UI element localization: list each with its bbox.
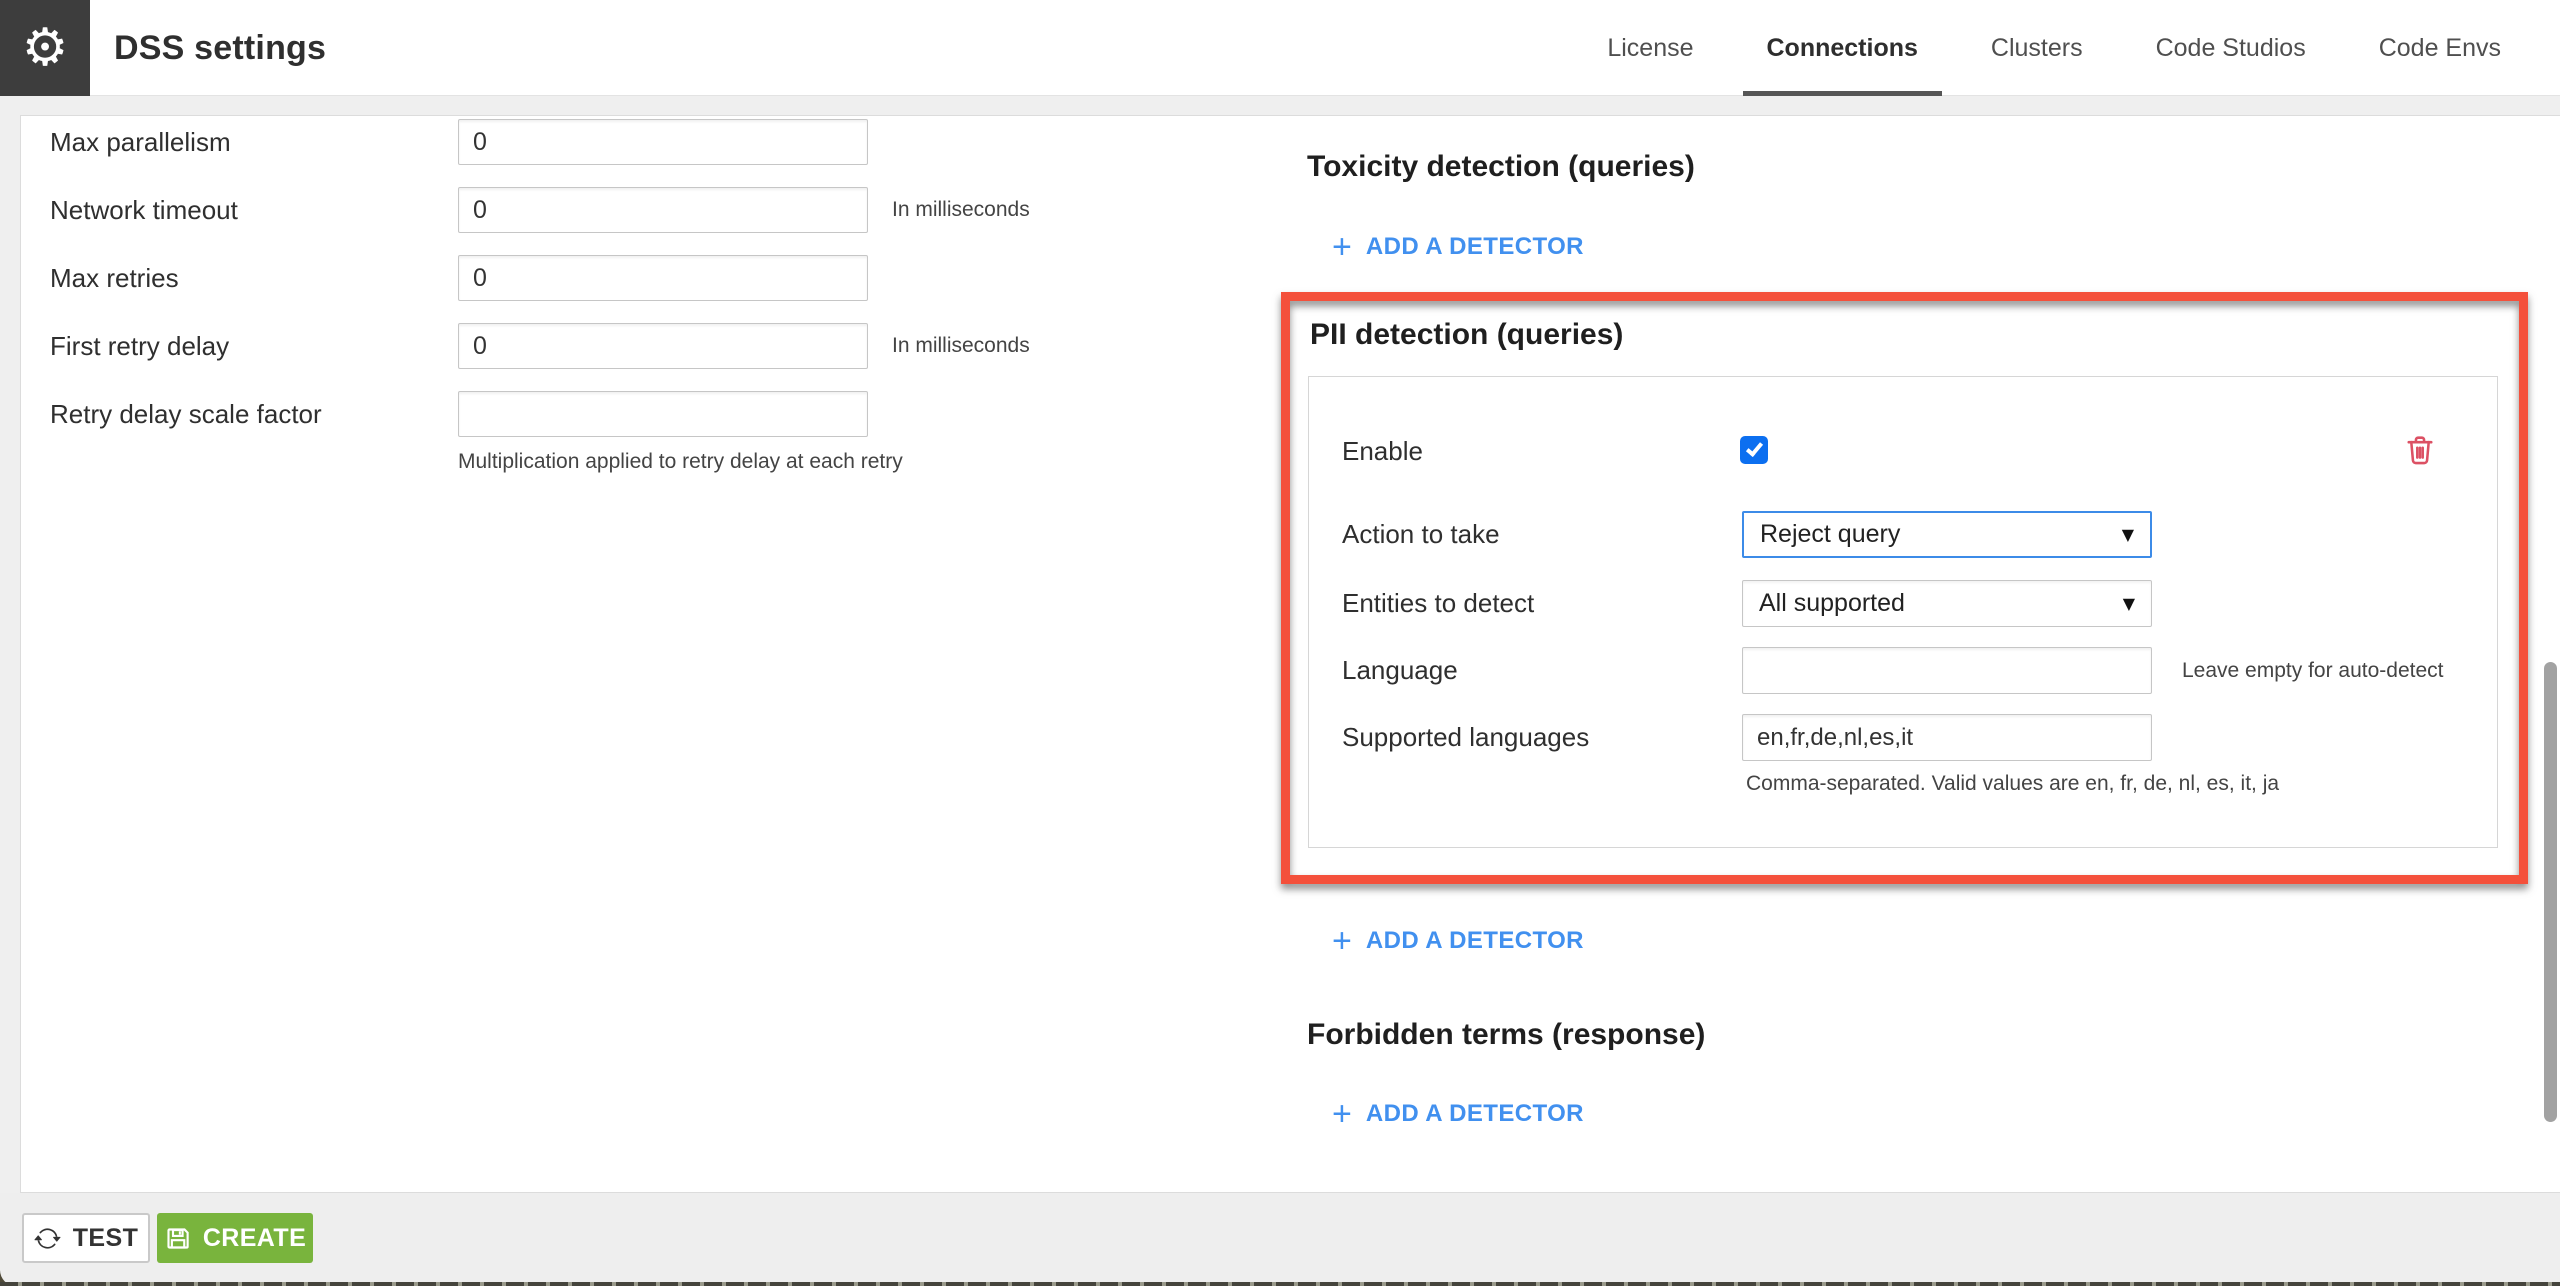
supported-languages-label: Supported languages bbox=[1342, 722, 1590, 752]
tab-label: Clusters bbox=[1990, 33, 2083, 62]
tab-label: Connections bbox=[1766, 33, 1918, 62]
network-timeout-input[interactable] bbox=[458, 187, 868, 233]
dss-settings-page: ⚙ DSS settings License Connections Clust… bbox=[0, 0, 2560, 1286]
add-detector-pii-button[interactable]: + ADD A DETECTOR bbox=[1332, 924, 1584, 958]
forbidden-terms-section-title: Forbidden terms (response) bbox=[1307, 1018, 1706, 1051]
supported-languages-row: Supported languages bbox=[1342, 714, 2152, 761]
add-detector-label: ADD A DETECTOR bbox=[1365, 1100, 1584, 1127]
network-timeout-helper: In milliseconds bbox=[892, 198, 1030, 221]
form-row-max-retries: Max retries bbox=[50, 244, 1030, 312]
test-button-label: TEST bbox=[72, 1223, 139, 1252]
tab-label: Code Studios bbox=[2155, 33, 2306, 62]
add-detector-forbidden-button[interactable]: + ADD A DETECTOR bbox=[1332, 1097, 1584, 1131]
language-label: Language bbox=[1342, 655, 1458, 685]
action-to-take-select[interactable]: Reject query ▼ bbox=[1742, 511, 2152, 558]
refresh-icon bbox=[34, 1227, 61, 1249]
tab-clusters[interactable]: Clusters bbox=[1967, 0, 2107, 96]
chevron-down-icon: ▼ bbox=[2121, 525, 2134, 544]
language-helper: Leave empty for auto-detect bbox=[2182, 658, 2444, 682]
action-to-take-label: Action to take bbox=[1342, 519, 1500, 549]
supported-languages-helper: Comma-separated. Valid values are en, fr… bbox=[1746, 772, 2280, 795]
delete-detector-button[interactable] bbox=[2400, 430, 2440, 470]
action-to-take-value: Reject query bbox=[1760, 520, 1901, 548]
save-icon bbox=[167, 1227, 189, 1249]
entities-to-detect-value: All supported bbox=[1759, 589, 1905, 617]
language-input[interactable] bbox=[1742, 647, 2152, 694]
trash-icon bbox=[2407, 436, 2433, 465]
supported-languages-input[interactable] bbox=[1742, 714, 2152, 761]
first-retry-delay-helper: In milliseconds bbox=[892, 334, 1030, 357]
max-retries-input[interactable] bbox=[458, 255, 868, 301]
action-to-take-row: Action to take Reject query ▼ bbox=[1342, 511, 2152, 558]
max-parallelism-label: Max parallelism bbox=[50, 126, 231, 157]
vertical-scrollbar-thumb[interactable] bbox=[2544, 662, 2557, 1122]
tab-license[interactable]: License bbox=[1583, 0, 1717, 96]
plus-icon: + bbox=[1332, 1095, 1352, 1133]
add-detector-toxicity-button[interactable]: + ADD A DETECTOR bbox=[1332, 230, 1584, 264]
tab-code-studios[interactable]: Code Studios bbox=[2132, 0, 2330, 96]
top-header: ⚙ DSS settings License Connections Clust… bbox=[0, 0, 2560, 96]
retry-delay-scale-label: Retry delay scale factor bbox=[50, 398, 322, 429]
first-retry-delay-input[interactable] bbox=[458, 323, 868, 369]
entities-to-detect-row: Entities to detect All supported ▼ bbox=[1342, 580, 2152, 627]
settings-home-button[interactable]: ⚙ bbox=[0, 0, 90, 96]
first-retry-delay-label: First retry delay bbox=[50, 330, 230, 361]
form-row-network-timeout: Network timeout In milliseconds bbox=[50, 176, 1030, 244]
entities-to-detect-label: Entities to detect bbox=[1342, 588, 1535, 618]
tab-label: License bbox=[1607, 33, 1694, 62]
tab-label: Code Envs bbox=[2378, 33, 2501, 62]
check-icon bbox=[1745, 438, 1763, 458]
entities-to-detect-select[interactable]: All supported ▼ bbox=[1742, 580, 2152, 627]
form-row-retry-delay-scale: Retry delay scale factor bbox=[50, 380, 1030, 448]
plus-icon: + bbox=[1332, 922, 1352, 960]
footer-bar: TEST CREATE bbox=[0, 1193, 2560, 1286]
form-row-first-retry-delay: First retry delay In milliseconds bbox=[50, 312, 1030, 380]
page-title: DSS settings bbox=[114, 28, 327, 67]
active-tab-underline bbox=[1742, 91, 1942, 96]
enable-label: Enable bbox=[1342, 436, 1423, 466]
max-retries-label: Max retries bbox=[50, 262, 179, 293]
window-bottom-edge bbox=[0, 1282, 2560, 1286]
plus-icon: + bbox=[1332, 228, 1352, 266]
gear-icon: ⚙ bbox=[21, 18, 69, 78]
enable-checkbox[interactable] bbox=[1740, 436, 1768, 464]
add-detector-label: ADD A DETECTOR bbox=[1365, 927, 1584, 954]
toxicity-section-title: Toxicity detection (queries) bbox=[1307, 150, 1695, 183]
create-button-label: CREATE bbox=[202, 1223, 307, 1252]
network-timeout-label: Network timeout bbox=[50, 194, 238, 225]
add-detector-label: ADD A DETECTOR bbox=[1365, 233, 1584, 260]
create-button[interactable]: CREATE bbox=[157, 1213, 313, 1263]
connection-settings-form: Max parallelism Network timeout In milli… bbox=[50, 108, 1030, 474]
language-row: Language Leave empty for auto-detect bbox=[1342, 647, 2444, 694]
pii-section-title: PII detection (queries) bbox=[1310, 318, 1624, 351]
chevron-down-icon: ▼ bbox=[2122, 594, 2135, 613]
tab-connections[interactable]: Connections bbox=[1742, 0, 1942, 96]
header-tabs: License Connections Clusters Code Studio… bbox=[1583, 0, 2560, 96]
retry-delay-scale-helper: Multiplication applied to retry delay at… bbox=[458, 450, 903, 473]
tab-code-envs[interactable]: Code Envs bbox=[2355, 0, 2525, 96]
test-button[interactable]: TEST bbox=[22, 1213, 150, 1263]
retry-delay-scale-input[interactable] bbox=[458, 391, 868, 437]
max-parallelism-input[interactable] bbox=[458, 119, 868, 165]
form-row-max-parallelism: Max parallelism bbox=[50, 108, 1030, 176]
